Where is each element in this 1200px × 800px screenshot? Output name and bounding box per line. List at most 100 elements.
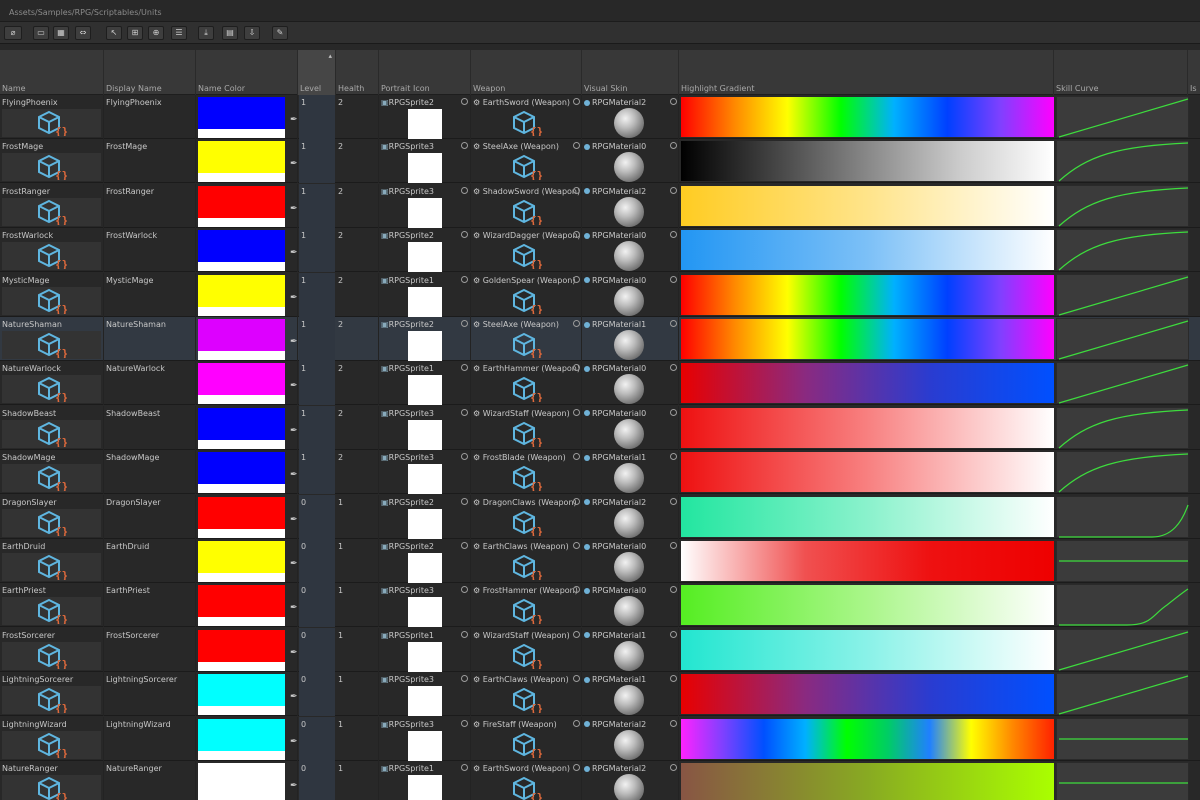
- table-row[interactable]: EarthDruid {} EarthDruid ✒ 0 1 ▣RPGSprit…: [0, 539, 1200, 583]
- color-swatch[interactable]: [198, 452, 285, 485]
- color-swatch[interactable]: [198, 407, 285, 440]
- skill-curve-field[interactable]: [1056, 318, 1189, 360]
- weapon-cell[interactable]: ⚙ ShadowSword (Weapon) {}: [471, 183, 582, 228]
- health-value[interactable]: 1: [338, 631, 343, 640]
- highlight-gradient-field[interactable]: [681, 718, 1054, 759]
- health-value[interactable]: 1: [338, 542, 343, 551]
- name-color-cell[interactable]: [196, 627, 298, 672]
- import-button[interactable]: ⤓: [198, 26, 214, 40]
- health-cell[interactable]: 2: [336, 272, 379, 317]
- object-picker-icon[interactable]: [461, 364, 468, 372]
- level-value[interactable]: 0: [301, 764, 306, 773]
- skill-curve-field[interactable]: [1056, 96, 1189, 138]
- highlight-gradient-field[interactable]: [681, 274, 1054, 315]
- health-value[interactable]: 2: [338, 364, 343, 373]
- object-picker-icon[interactable]: [670, 497, 677, 505]
- table-row[interactable]: LightningSorcerer {} LightningSorcerer ✒…: [0, 672, 1200, 717]
- object-picker-icon[interactable]: [461, 764, 468, 771]
- display-name-cell[interactable]: LightningSorcerer: [104, 672, 196, 717]
- highlight-gradient-field[interactable]: [681, 629, 1054, 670]
- weapon-cell[interactable]: ⚙ FrostHammer (Weapon) {}: [471, 583, 582, 628]
- skill-curve-field[interactable]: [1056, 762, 1189, 800]
- weapon-cell[interactable]: ⚙ FrostBlade (Weapon) {}: [471, 450, 582, 495]
- display-name-cell[interactable]: EarthDruid: [104, 539, 196, 583]
- weapon-cell[interactable]: ⚙ WizardStaff (Weapon) {}: [471, 405, 582, 450]
- skill-curve-field[interactable]: [1056, 673, 1189, 716]
- object-picker-icon[interactable]: [573, 497, 580, 505]
- name-cell[interactable]: NatureWarlock {}: [0, 361, 104, 406]
- header-is[interactable]: Is: [1188, 50, 1200, 95]
- table-row[interactable]: DragonSlayer {} DragonSlayer ✒ 0 1 ▣RPGS…: [0, 494, 1200, 539]
- color-swatch[interactable]: [198, 274, 285, 307]
- weapon-cell[interactable]: ⚙ SteelAxe (Weapon) {}: [471, 317, 582, 361]
- object-picker-icon[interactable]: [461, 142, 468, 150]
- open-folder-button[interactable]: ▤: [222, 26, 238, 40]
- level-value[interactable]: 1: [301, 276, 306, 285]
- highlight-gradient-field[interactable]: [681, 97, 1054, 137]
- table-row[interactable]: NatureRanger {} NatureRanger ✒ 0 1 ▣RPGS…: [0, 761, 1200, 800]
- eyedropper-icon[interactable]: ✒: [290, 248, 298, 258]
- header-visual-skin[interactable]: Visual Skin: [582, 50, 679, 95]
- name-color-cell[interactable]: [196, 494, 298, 539]
- skill-curve-field[interactable]: [1056, 273, 1189, 316]
- object-picker-icon[interactable]: [670, 586, 677, 594]
- name-color-cell[interactable]: [196, 317, 298, 361]
- skill-curve-field[interactable]: [1056, 717, 1189, 760]
- edit-button[interactable]: ✎: [272, 26, 288, 40]
- highlight-gradient-field[interactable]: [681, 452, 1054, 493]
- object-picker-icon[interactable]: [461, 98, 468, 105]
- name-color-cell[interactable]: [196, 272, 298, 317]
- health-cell[interactable]: 1: [336, 539, 379, 583]
- toggle-button[interactable]: ⌀: [4, 26, 22, 40]
- save-button[interactable]: ⇩: [244, 26, 260, 40]
- header-name-color[interactable]: Name Color: [196, 50, 298, 95]
- header-highlight-gradient[interactable]: Highlight Gradient: [679, 50, 1054, 95]
- weapon-cell[interactable]: ⚙ DragonClaws (Weapon) {}: [471, 494, 582, 539]
- name-color-cell[interactable]: [196, 139, 298, 184]
- health-value[interactable]: 2: [338, 231, 343, 240]
- eyedropper-icon[interactable]: ✒: [290, 381, 298, 391]
- object-picker-icon[interactable]: [670, 675, 677, 683]
- level-value[interactable]: 1: [301, 187, 306, 196]
- name-color-cell[interactable]: [196, 761, 298, 800]
- health-cell[interactable]: 2: [336, 228, 379, 273]
- object-picker-icon[interactable]: [573, 320, 580, 327]
- health-value[interactable]: 2: [338, 142, 343, 151]
- health-value[interactable]: 2: [338, 453, 343, 462]
- eyedropper-icon[interactable]: ✒: [290, 737, 298, 747]
- add-column-button[interactable]: ⊕: [148, 26, 164, 40]
- object-picker-icon[interactable]: [461, 320, 468, 327]
- table-row[interactable]: FlyingPhoenix {} FlyingPhoenix ✒ 1 2 ▣RP…: [0, 95, 1200, 139]
- object-picker-icon[interactable]: [461, 586, 468, 594]
- display-name-cell[interactable]: ShadowMage: [104, 450, 196, 495]
- color-swatch[interactable]: [198, 185, 285, 218]
- table-row[interactable]: NatureWarlock {} NatureWarlock ✒ 1 2 ▣RP…: [0, 361, 1200, 406]
- highlight-gradient-field[interactable]: [681, 674, 1054, 715]
- highlight-gradient-field[interactable]: [681, 407, 1054, 448]
- header-skill-curve[interactable]: Skill Curve: [1054, 50, 1188, 95]
- level-value[interactable]: 1: [301, 409, 306, 418]
- name-color-cell[interactable]: [196, 672, 298, 717]
- name-cell[interactable]: LightningSorcerer {}: [0, 672, 104, 717]
- level-value[interactable]: 0: [301, 542, 306, 551]
- object-picker-icon[interactable]: [670, 764, 677, 771]
- level-value[interactable]: 1: [301, 453, 306, 462]
- object-picker-icon[interactable]: [573, 142, 580, 150]
- eyedropper-icon[interactable]: ✒: [290, 648, 298, 658]
- color-swatch[interactable]: [198, 585, 285, 618]
- display-name-cell[interactable]: FrostWarlock: [104, 228, 196, 273]
- name-cell[interactable]: LightningWizard {}: [0, 716, 104, 761]
- object-picker-icon[interactable]: [573, 186, 580, 194]
- level-value[interactable]: 1: [301, 320, 306, 329]
- table-row[interactable]: FrostRanger {} FrostRanger ✒ 1 2 ▣RPGSpr…: [0, 183, 1200, 228]
- eyedropper-icon[interactable]: ✒: [290, 337, 298, 347]
- health-cell[interactable]: 2: [336, 183, 379, 228]
- eyedropper-icon[interactable]: ✒: [290, 159, 298, 169]
- highlight-gradient-field[interactable]: [681, 230, 1054, 271]
- object-picker-icon[interactable]: [461, 275, 468, 283]
- skill-curve-field[interactable]: [1056, 229, 1189, 272]
- color-swatch[interactable]: [198, 718, 285, 751]
- name-cell[interactable]: MysticMage {}: [0, 272, 104, 317]
- object-picker-icon[interactable]: [573, 542, 580, 549]
- highlight-gradient-field[interactable]: [681, 541, 1054, 581]
